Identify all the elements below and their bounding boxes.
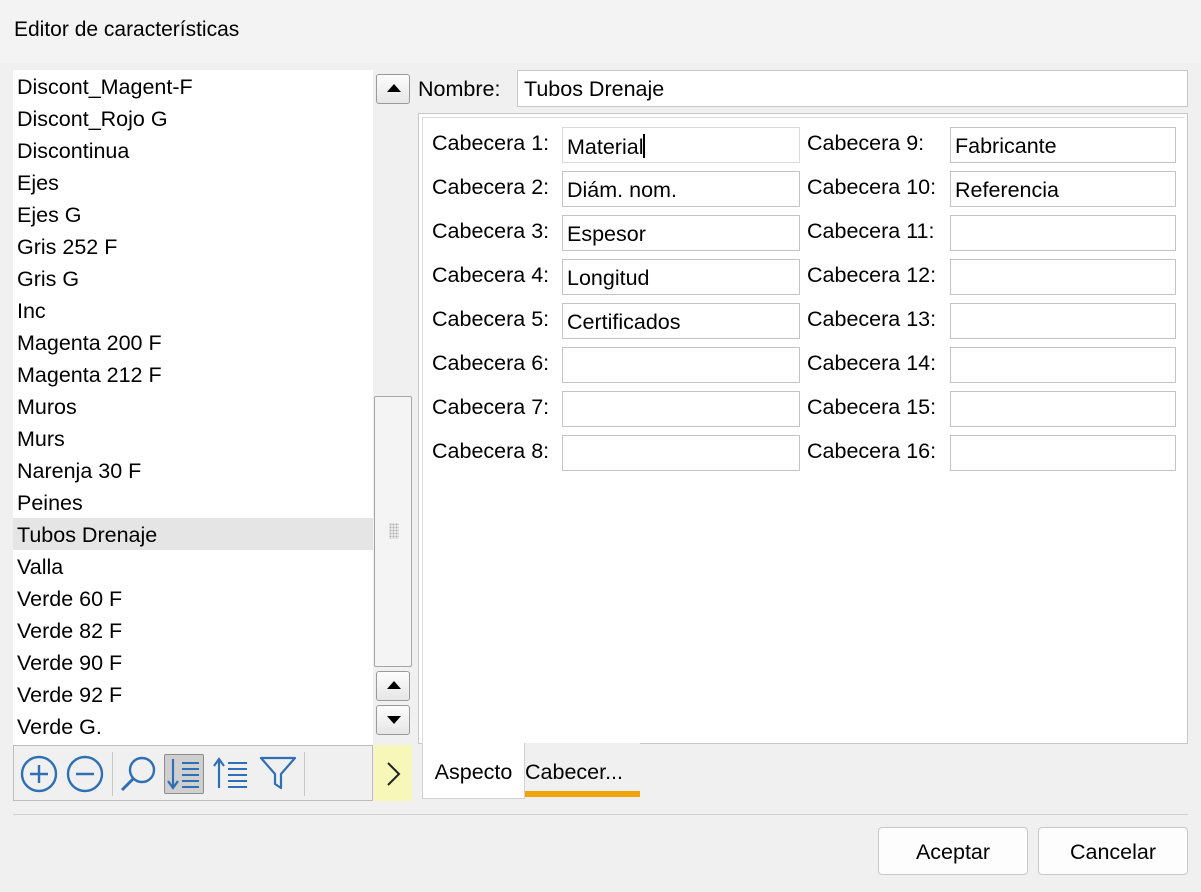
header-label: Cabecera 16: bbox=[807, 439, 937, 463]
header-value: Fabricante bbox=[955, 134, 1057, 158]
header-input[interactable]: Material bbox=[562, 127, 800, 163]
sort-descending-icon[interactable] bbox=[164, 754, 204, 794]
title-bar: Editor de características bbox=[0, 0, 1201, 63]
header-label: Cabecera 2: bbox=[432, 175, 550, 199]
header-label: Cabecera 8: bbox=[432, 439, 550, 463]
list-item[interactable]: Ejes bbox=[13, 166, 373, 198]
list-toolbar bbox=[13, 745, 373, 801]
header-input[interactable] bbox=[950, 391, 1176, 427]
header-label: Cabecera 13: bbox=[807, 307, 937, 331]
remove-icon[interactable] bbox=[65, 754, 105, 794]
list-item[interactable]: Verde 90 F bbox=[13, 646, 373, 678]
header-label: Cabecera 4: bbox=[432, 263, 550, 287]
header-input[interactable] bbox=[950, 215, 1176, 251]
chevron-right-icon bbox=[387, 762, 401, 786]
cancel-button[interactable]: Cancelar bbox=[1038, 827, 1188, 875]
footer-separator bbox=[13, 814, 1188, 815]
header-input[interactable] bbox=[562, 347, 800, 383]
window-title: Editor de características bbox=[14, 18, 240, 41]
accept-button[interactable]: Aceptar bbox=[878, 827, 1028, 875]
search-icon[interactable] bbox=[118, 754, 158, 794]
text-caret bbox=[644, 134, 646, 158]
header-label: Cabecera 9: bbox=[807, 131, 925, 155]
list-item[interactable]: Verde 82 F bbox=[13, 614, 373, 646]
name-label: Nombre: bbox=[418, 77, 501, 101]
list-item[interactable]: Verde 60 F bbox=[13, 582, 373, 614]
tab-aspecto[interactable]: Aspecto bbox=[422, 743, 525, 799]
toolbar-separator bbox=[112, 752, 113, 796]
list-item[interactable]: Narenja 30 F bbox=[13, 454, 373, 486]
header-value: Material bbox=[567, 135, 644, 159]
header-label: Cabecera 12: bbox=[807, 263, 937, 287]
header-value: Espesor bbox=[567, 222, 646, 246]
list-item[interactable]: Tubos Drenaje bbox=[13, 518, 373, 550]
header-label: Cabecera 5: bbox=[432, 307, 550, 331]
header-label: Cabecera 14: bbox=[807, 351, 937, 375]
list-item[interactable]: Ejes G bbox=[13, 198, 373, 230]
toolbar-separator bbox=[304, 752, 305, 796]
header-label: Cabecera 3: bbox=[432, 219, 550, 243]
header-input[interactable] bbox=[950, 259, 1176, 295]
header-input[interactable]: Diám. nom. bbox=[562, 171, 800, 207]
arrow-up-icon bbox=[387, 681, 401, 689]
list-item[interactable]: Valla bbox=[13, 550, 373, 582]
panel-inner-border bbox=[422, 117, 1184, 743]
scroll-thumb[interactable] bbox=[374, 396, 412, 667]
name-input[interactable]: Tubos Drenaje bbox=[517, 70, 1188, 107]
header-value: Diám. nom. bbox=[567, 178, 677, 202]
header-value: Referencia bbox=[955, 178, 1059, 202]
list-item[interactable]: Discont_Magent-F bbox=[13, 70, 373, 102]
arrow-down-icon bbox=[387, 716, 401, 724]
list-item[interactable]: Murs bbox=[13, 422, 373, 454]
scroll-up-top-button[interactable] bbox=[376, 74, 410, 104]
expand-toolbar-button[interactable] bbox=[374, 745, 412, 801]
header-value: Certificados bbox=[567, 310, 681, 334]
header-input[interactable]: Longitud bbox=[562, 259, 800, 295]
list-item[interactable]: Gris G bbox=[13, 262, 373, 294]
header-input[interactable] bbox=[950, 435, 1176, 471]
header-input[interactable]: Referencia bbox=[950, 171, 1176, 207]
list-item[interactable]: Discontinua bbox=[13, 134, 373, 166]
list-item[interactable]: Magenta 212 F bbox=[13, 358, 373, 390]
grip-icon bbox=[389, 523, 399, 539]
header-input[interactable] bbox=[562, 391, 800, 427]
list-item[interactable]: Gris 252 F bbox=[13, 230, 373, 262]
list-item[interactable]: Inc bbox=[13, 294, 373, 326]
header-label: Cabecera 10: bbox=[807, 175, 937, 199]
list-item[interactable]: Muros bbox=[13, 390, 373, 422]
list-item[interactable]: Magenta 200 F bbox=[13, 326, 373, 358]
list-item[interactable]: Peines bbox=[13, 486, 373, 518]
header-label: Cabecera 1: bbox=[432, 131, 550, 155]
header-input[interactable]: Certificados bbox=[562, 303, 800, 339]
header-label: Cabecera 7: bbox=[432, 395, 550, 419]
characteristics-list[interactable]: Discont_Magent-F Discont_Rojo G Discontinu… bbox=[13, 70, 373, 745]
list-item[interactable]: Verde G. bbox=[13, 710, 373, 742]
header-input[interactable]: Espesor bbox=[562, 215, 800, 251]
active-tab-indicator bbox=[525, 791, 640, 797]
arrow-up-icon bbox=[387, 84, 401, 92]
sort-ascending-icon[interactable] bbox=[211, 754, 251, 794]
header-input[interactable]: Fabricante bbox=[950, 127, 1176, 163]
header-value: Longitud bbox=[567, 266, 650, 290]
header-label: Cabecera 11: bbox=[807, 219, 935, 243]
list-item[interactable]: Discont_Rojo G bbox=[13, 102, 373, 134]
header-input[interactable] bbox=[950, 303, 1176, 339]
list-scrollbar[interactable] bbox=[374, 70, 412, 745]
header-input[interactable] bbox=[562, 435, 800, 471]
header-input[interactable] bbox=[950, 347, 1176, 383]
headers-panel: Cabecera 1: Material Cabecera 2: Diám. nom.… bbox=[418, 113, 1188, 744]
list-item[interactable]: Verde 92 F bbox=[13, 678, 373, 710]
filter-icon[interactable] bbox=[258, 754, 298, 794]
header-label: Cabecera 15: bbox=[807, 395, 937, 419]
add-icon[interactable] bbox=[19, 754, 59, 794]
scroll-down-button[interactable] bbox=[376, 705, 410, 735]
scroll-up-button[interactable] bbox=[376, 671, 410, 701]
header-label: Cabecera 6: bbox=[432, 351, 550, 375]
